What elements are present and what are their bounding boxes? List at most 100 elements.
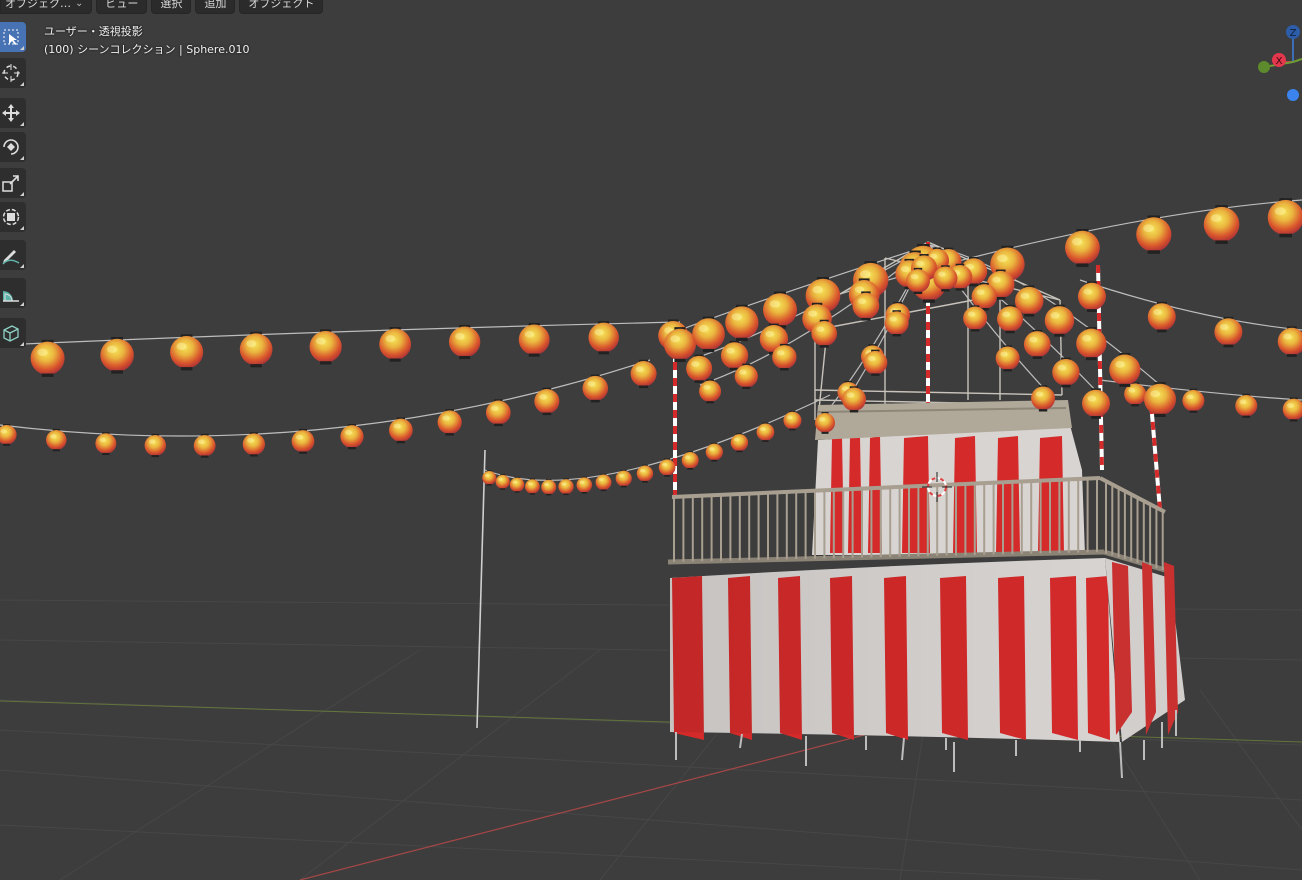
gizmo-x-label: X — [1276, 56, 1283, 67]
lantern — [1267, 198, 1302, 238]
viewport-header-menu: オブジェク… ⌄ ビュー 選択 追加 オブジェクト — [0, 0, 324, 14]
chevron-down-icon: ⌄ — [75, 0, 84, 9]
menu-add[interactable]: 追加 — [195, 0, 236, 14]
rotate-icon — [3, 139, 19, 155]
mode-dropdown-label: オブジェク… — [5, 0, 71, 10]
add-cube-icon — [3, 325, 19, 342]
tool-options-indicator — [20, 302, 24, 306]
menu-add-label: 追加 — [204, 0, 227, 10]
menu-view-label: ビュー — [105, 0, 139, 10]
tool-select-box[interactable] — [0, 22, 26, 52]
lantern — [449, 324, 481, 360]
lantern — [681, 451, 699, 470]
lantern — [686, 354, 713, 383]
lantern — [309, 329, 342, 365]
menu-object-label: オブジェクト — [248, 0, 315, 10]
menu-view[interactable]: ビュー — [96, 0, 148, 14]
booth-stripe — [996, 436, 1020, 553]
tool-options-indicator — [20, 226, 24, 230]
lantern — [558, 478, 574, 496]
mode-dropdown[interactable]: オブジェク… ⌄ — [0, 0, 93, 14]
railing-top-side — [1099, 476, 1166, 514]
grid-line — [59, 649, 421, 880]
gizmo-y-negative[interactable] — [1258, 61, 1270, 73]
stage-leg — [901, 737, 905, 761]
lantern — [95, 432, 117, 456]
tool-options-indicator — [20, 342, 24, 346]
grid-line — [1199, 689, 1302, 831]
lantern — [1076, 327, 1107, 361]
lantern — [340, 424, 364, 450]
booth-stripe — [848, 436, 862, 553]
lantern — [525, 478, 540, 495]
transform-icon — [2, 208, 20, 226]
lantern — [1044, 304, 1075, 337]
lantern — [1023, 329, 1051, 359]
collection-info: (100) シーンコレクション | Sphere.010 — [44, 43, 250, 56]
tool-add-cube[interactable] — [0, 318, 26, 348]
lantern — [588, 321, 619, 355]
move-icon — [2, 104, 20, 122]
tool-options-indicator — [20, 46, 24, 50]
lantern — [242, 432, 266, 457]
tool-scale[interactable] — [0, 168, 26, 198]
navigation-gizmo[interactable]: Z X — [1250, 22, 1302, 102]
lantern — [518, 322, 550, 357]
lantern — [1182, 388, 1205, 413]
tool-measure[interactable] — [0, 278, 26, 308]
tool-options-indicator — [20, 192, 24, 196]
annotate-icon — [2, 250, 20, 265]
lantern — [1052, 357, 1080, 388]
skirt-shading — [670, 558, 1120, 742]
tool-move[interactable] — [0, 98, 26, 128]
lantern — [730, 433, 749, 453]
tool-options-indicator — [20, 264, 24, 268]
gizmo-z-label: Z — [1290, 28, 1297, 39]
select-box-icon — [3, 29, 19, 45]
lantern — [582, 374, 609, 403]
tool-annotate[interactable] — [0, 240, 26, 270]
lantern — [1203, 205, 1240, 244]
lantern — [1277, 326, 1302, 357]
lantern — [291, 428, 315, 454]
lantern — [705, 442, 723, 462]
tool-cursor[interactable] — [0, 58, 26, 88]
lantern — [1235, 393, 1258, 418]
lantern — [699, 379, 722, 404]
3d-viewport[interactable]: オブジェク… ⌄ ビュー 選択 追加 オブジェクト ユーザー・透視投影 (100) シーン… — [0, 0, 1302, 880]
lantern — [379, 327, 412, 362]
booth-stripe — [902, 436, 930, 553]
view-name: ユーザー・透視投影 — [44, 25, 143, 38]
lantern — [46, 428, 67, 452]
lantern — [144, 433, 166, 458]
grid-line — [0, 824, 1101, 880]
tool-options-indicator — [20, 82, 24, 86]
menu-object[interactable]: オブジェクト — [239, 0, 324, 14]
lantern — [0, 423, 17, 446]
tool-transform[interactable] — [0, 202, 26, 232]
menu-select[interactable]: 選択 — [151, 0, 192, 14]
viewport-info: ユーザー・透視投影 (100) シーンコレクション | Sphere.010 — [44, 23, 249, 59]
lantern — [541, 478, 557, 496]
gizmo-z-negative[interactable] — [1287, 89, 1299, 101]
lantern — [763, 291, 798, 329]
lantern-string — [1079, 279, 1302, 331]
cursor-icon — [2, 64, 20, 82]
lantern — [1282, 397, 1302, 422]
stage-leg — [1119, 741, 1123, 779]
grid-line — [0, 769, 1302, 871]
grid-line — [299, 649, 601, 880]
lantern — [692, 316, 725, 353]
lantern — [630, 359, 657, 389]
tool-options-indicator — [20, 156, 24, 160]
lantern — [783, 410, 802, 431]
tool-rotate[interactable] — [0, 132, 26, 162]
tool-options-indicator — [20, 122, 24, 126]
lantern — [1077, 281, 1106, 312]
measure-icon — [3, 291, 19, 302]
lantern — [100, 337, 134, 374]
lantern — [170, 334, 204, 371]
lantern — [239, 331, 273, 368]
scene-render[interactable] — [0, 0, 1302, 880]
lantern — [1082, 388, 1111, 419]
